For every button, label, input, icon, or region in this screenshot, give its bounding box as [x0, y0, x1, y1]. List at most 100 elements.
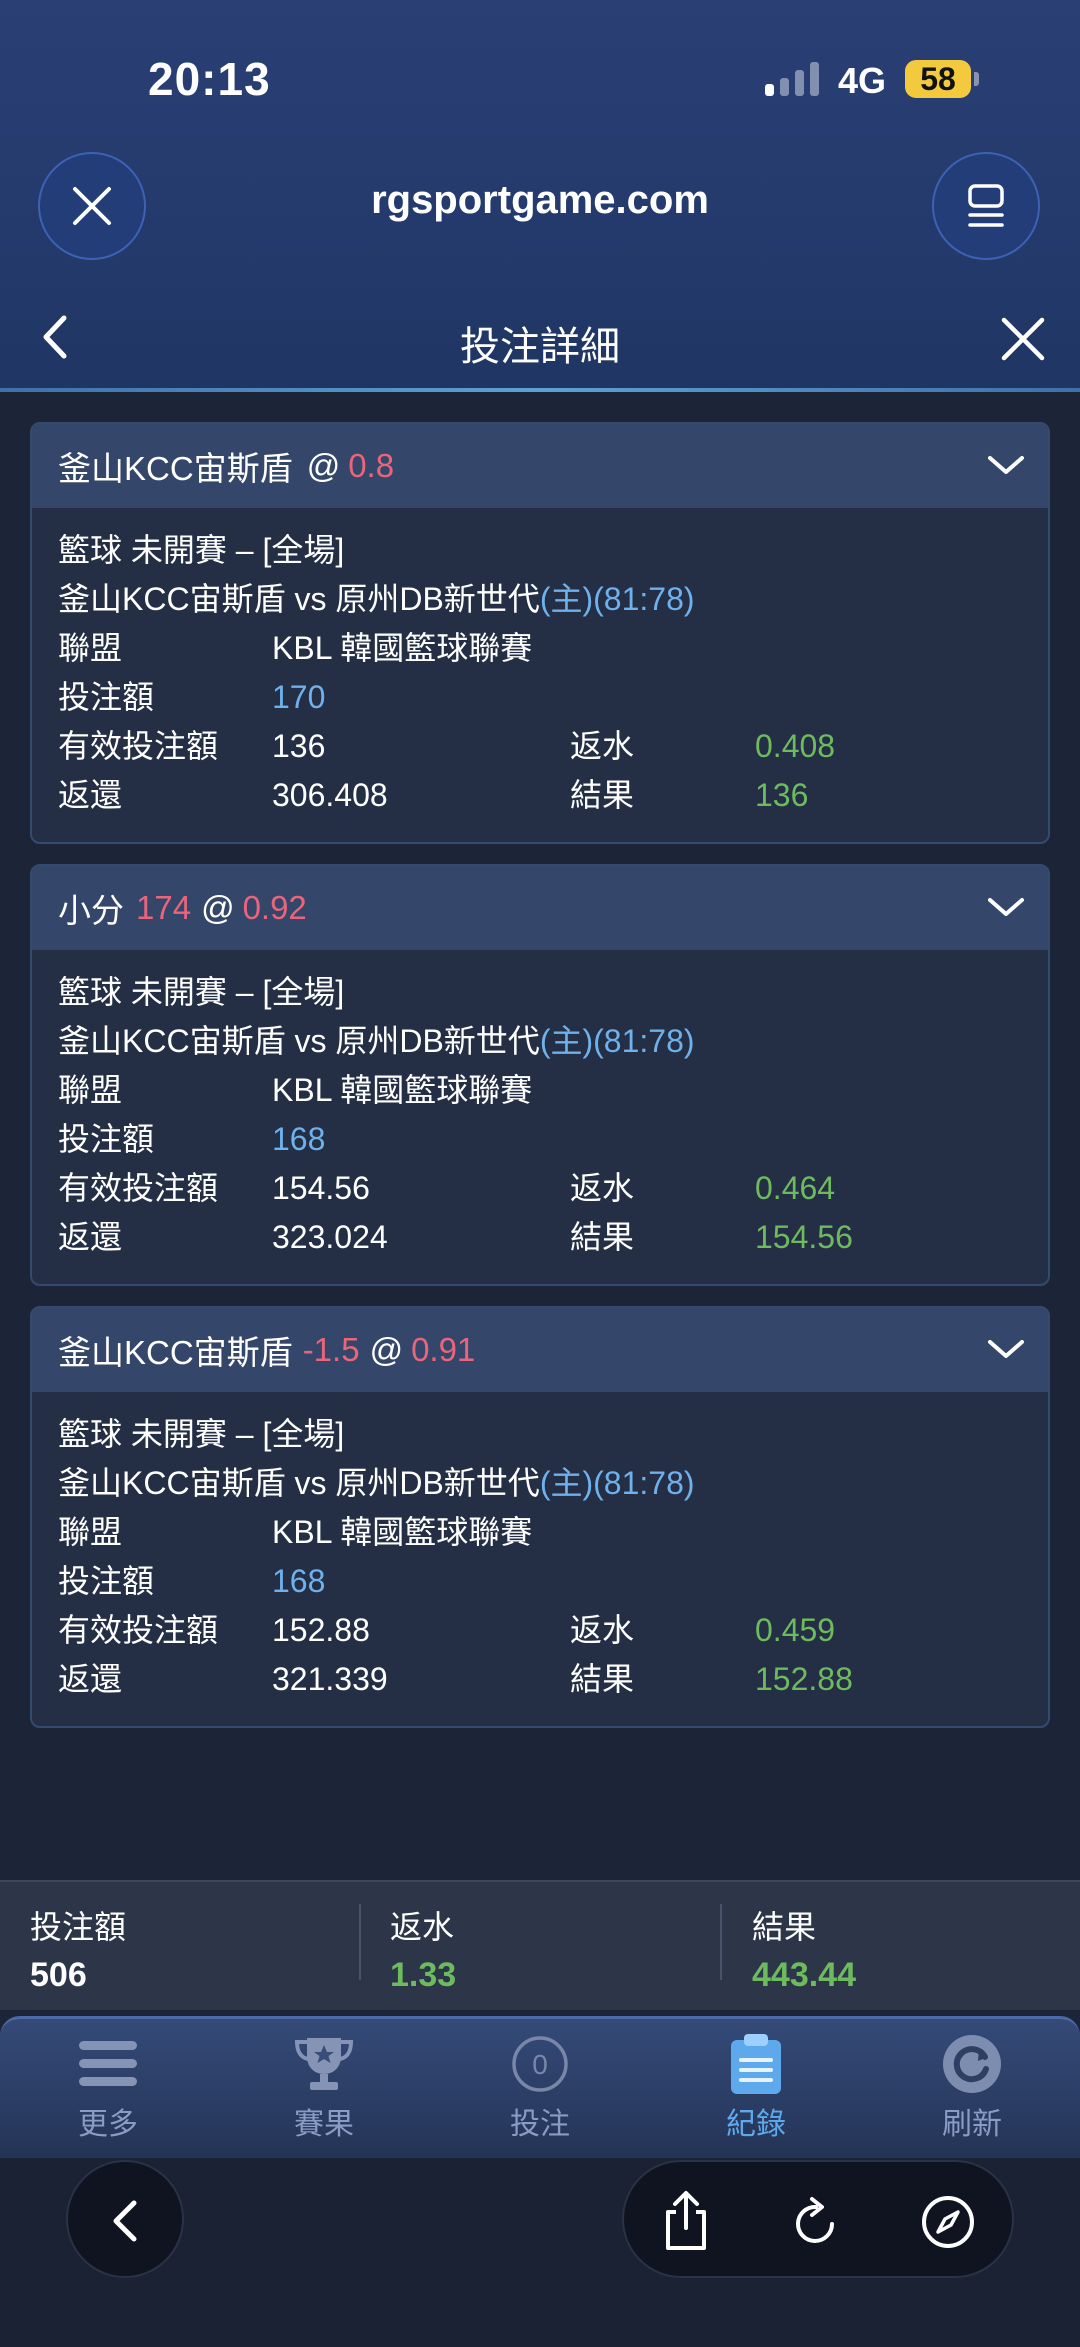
- reload-icon[interactable]: [790, 2194, 844, 2250]
- bet-card-header[interactable]: 釜山KCC宙斯盾 @ 0.8: [32, 424, 1048, 508]
- result-value: 152.88: [755, 1661, 853, 1697]
- stake-value: 170: [272, 679, 326, 715]
- browser-header: 20:13 4G 58 rgsportgame.com 投注詳細: [0, 0, 1080, 392]
- rebate-value: 0.408: [755, 728, 836, 764]
- league-label: 聯盟: [58, 630, 123, 666]
- bet-card: 釜山KCC宙斯盾 @ 0.8 籃球 未開賽 – [全場] 釜山KCC宙斯盾 vs…: [30, 422, 1050, 844]
- browser-back-button[interactable]: [66, 2160, 184, 2278]
- match-teams: 釜山KCC宙斯盾 vs 原州DB新世代: [58, 1465, 540, 1501]
- match-teams: 釜山KCC宙斯盾 vs 原州DB新世代: [58, 581, 540, 617]
- menu-icon: [79, 2041, 137, 2086]
- bet-card-header[interactable]: 小分 174 @ 0.92: [32, 866, 1048, 950]
- chevron-down-icon[interactable]: [986, 892, 1026, 922]
- battery-tip: [974, 72, 979, 86]
- tab-label: 投注: [510, 2108, 570, 2141]
- compass-icon[interactable]: [920, 2194, 976, 2250]
- result-label: 結果: [570, 1219, 635, 1255]
- tab-refresh[interactable]: 刷新: [902, 2033, 1042, 2143]
- chevron-down-icon[interactable]: [986, 1334, 1026, 1364]
- stake-value: 168: [272, 1121, 326, 1157]
- stake-label: 投注額: [58, 1121, 155, 1157]
- reader-button[interactable]: [932, 152, 1040, 260]
- sport-status: 籃球 未開賽 – [全場]: [58, 1416, 345, 1452]
- tab-records[interactable]: 紀錄: [686, 2033, 826, 2143]
- refresh-icon: [943, 2035, 1001, 2093]
- tab-bets[interactable]: 0 投注: [470, 2033, 610, 2143]
- page-title: 投注詳細: [460, 325, 620, 369]
- valid-stake-label: 有效投注額: [58, 728, 219, 764]
- return-label: 返還: [58, 1219, 123, 1255]
- selection-name: 釜山KCC宙斯盾: [58, 450, 293, 487]
- url-label[interactable]: rgsportgame.com: [0, 178, 1080, 223]
- summary-divider: [359, 1904, 361, 1980]
- battery-level: 58: [905, 60, 971, 98]
- return-value: 306.408: [272, 777, 388, 813]
- rebate-value: 0.464: [755, 1170, 836, 1206]
- total-stake-value: 506: [30, 1956, 87, 1994]
- total-result-value: 443.44: [752, 1956, 856, 1994]
- result-label: 結果: [570, 777, 635, 813]
- result-label: 結果: [570, 1661, 635, 1697]
- share-icon[interactable]: [660, 2190, 712, 2252]
- result-value: 154.56: [755, 1219, 853, 1255]
- at-sign: @: [369, 1331, 404, 1368]
- match-score: (主)(81:78): [539, 581, 695, 617]
- total-rebate-value: 1.33: [390, 1956, 457, 1994]
- tab-label: 刷新: [942, 2108, 1002, 2141]
- bet-card: 釜山KCC宙斯盾 -1.5 @ 0.91 籃球 未開賽 – [全場] 釜山KCC…: [30, 1306, 1050, 1728]
- tab-label: 更多: [78, 2108, 138, 2141]
- trophy-icon: [294, 2038, 354, 2090]
- reader-icon: [968, 184, 1004, 227]
- sport-status: 籃球 未開賽 – [全場]: [58, 974, 345, 1010]
- return-label: 返還: [58, 777, 123, 813]
- match-teams: 釜山KCC宙斯盾 vs 原州DB新世代: [58, 1023, 540, 1059]
- total-stake-label: 投注額: [30, 1909, 127, 1945]
- handicap-value: 174: [136, 889, 192, 926]
- league-value: KBL 韓國籃球聯賽: [272, 1514, 533, 1550]
- valid-stake-label: 有效投注額: [58, 1170, 219, 1206]
- bet-card-header[interactable]: 釜山KCC宙斯盾 -1.5 @ 0.91: [32, 1308, 1048, 1392]
- league-value: KBL 韓國籃球聯賽: [272, 1072, 533, 1108]
- rebate-label: 返水: [570, 728, 635, 764]
- league-label: 聯盟: [58, 1072, 123, 1108]
- match-score: (主)(81:78): [539, 1023, 695, 1059]
- odds-value: 0.92: [242, 889, 307, 926]
- valid-stake-label: 有效投注額: [58, 1612, 219, 1648]
- total-rebate-label: 返水: [390, 1909, 455, 1945]
- tab-more[interactable]: 更多: [38, 2033, 178, 2143]
- bet-card: 小分 174 @ 0.92 籃球 未開賽 – [全場] 釜山KCC宙斯盾 vs …: [30, 864, 1050, 1286]
- summary-bar: 投注額 506 返水 1.33 結果 443.44: [0, 1880, 1080, 2010]
- browser-tools: [622, 2160, 1014, 2278]
- rebate-label: 返水: [570, 1170, 635, 1206]
- return-value: 321.339: [272, 1661, 388, 1697]
- clipboard-icon: [731, 2034, 781, 2094]
- close-icon[interactable]: [1000, 316, 1046, 362]
- return-label: 返還: [58, 1661, 123, 1697]
- league-label: 聯盟: [58, 1514, 123, 1550]
- odds-value: 0.8: [348, 447, 395, 484]
- at-sign: @: [306, 447, 341, 484]
- tab-label: 紀錄: [726, 2108, 786, 2141]
- valid-stake-value: 154.56: [272, 1170, 370, 1206]
- status-time: 20:13: [148, 53, 271, 105]
- valid-stake-value: 136: [272, 728, 326, 764]
- bet-count-icon: 0: [512, 2036, 568, 2092]
- tab-results[interactable]: 賽果: [254, 2033, 394, 2143]
- handicap-value: -1.5: [302, 1331, 360, 1368]
- selection-name: 釜山KCC宙斯盾: [58, 1334, 293, 1371]
- bet-list: 釜山KCC宙斯盾 @ 0.8 籃球 未開賽 – [全場] 釜山KCC宙斯盾 vs…: [0, 392, 1080, 1880]
- match-score: (主)(81:78): [539, 1465, 695, 1501]
- return-value: 323.024: [272, 1219, 388, 1255]
- summary-divider: [720, 1904, 722, 1980]
- stake-label: 投注額: [58, 1563, 155, 1599]
- at-sign: @: [201, 889, 235, 926]
- rebate-label: 返水: [570, 1612, 635, 1648]
- svg-text:0: 0: [532, 2049, 548, 2080]
- rebate-value: 0.459: [755, 1612, 836, 1648]
- signal-icon: [765, 62, 821, 96]
- odds-value: 0.91: [411, 1331, 476, 1368]
- chevron-down-icon[interactable]: [986, 450, 1026, 480]
- tab-label: 賽果: [294, 2108, 354, 2141]
- stake-value: 168: [272, 1563, 326, 1599]
- result-value: 136: [755, 777, 809, 813]
